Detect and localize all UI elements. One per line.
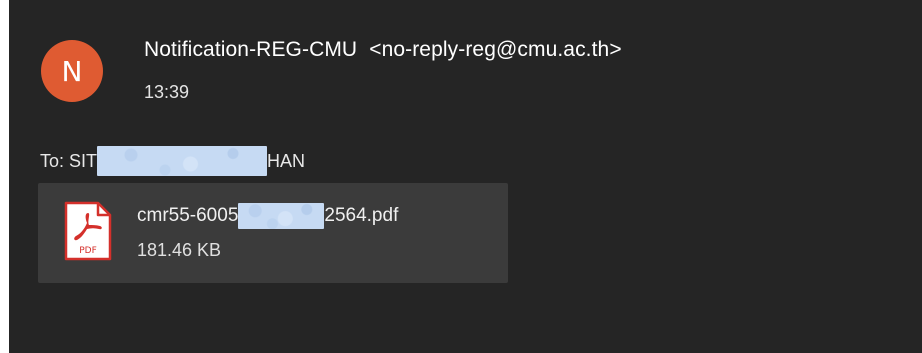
pdf-file-icon: PDF (64, 201, 112, 261)
avatar-initial: N (61, 54, 83, 88)
sender-line: Notification-REG-CMU <no-reply-reg@cmu.ac… (144, 38, 622, 62)
avatar[interactable]: N (41, 40, 103, 102)
attachment-size: 181.46 KB (137, 240, 222, 260)
recipient-redaction (97, 146, 268, 176)
sender-name[interactable]: Notification-REG-CMU (144, 38, 357, 61)
email-header-panel: N Notification-REG-CMU <no-reply-reg@cmu.… (9, 0, 922, 353)
attachment-filename-prefix: cmr55-6005 (137, 205, 239, 226)
attachment-filename-suffix: 2564.pdf (324, 205, 399, 226)
recipient-line: To: SIT HAN (40, 146, 305, 176)
pdf-icon-label: PDF (79, 246, 97, 256)
attachment-filename[interactable]: cmr55-6005 2564.pdf (137, 203, 398, 229)
attachment-card[interactable]: PDF cmr55-6005 2564.pdf 181.46 KB (38, 183, 508, 283)
received-time: 13:39 (144, 82, 190, 102)
sender-email[interactable]: <no-reply-reg@cmu.ac.th> (369, 38, 622, 61)
recipient-prefix: To: SIT (40, 150, 98, 171)
recipient-suffix: HAN (267, 150, 306, 171)
attachment-filename-redaction (238, 203, 325, 229)
